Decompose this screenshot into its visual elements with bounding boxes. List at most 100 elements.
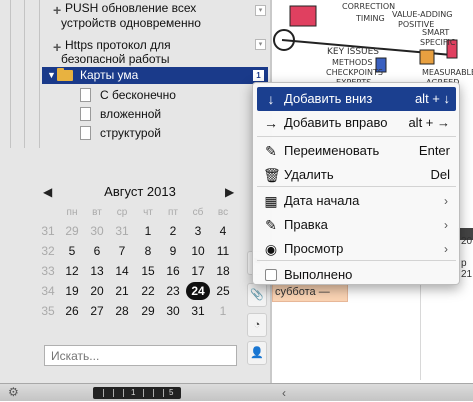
calendar-day[interactable]: 4 [211, 222, 235, 240]
search-input[interactable] [44, 345, 237, 366]
expand-icon[interactable]: + [53, 3, 61, 17]
calendar-day[interactable]: 17 [186, 262, 210, 280]
zoom-label: 5 [169, 388, 174, 397]
week-number: 31 [41, 224, 55, 238]
menu-item-label: Просмотр [284, 241, 344, 256]
menu-separator [257, 186, 456, 187]
calendar-day[interactable]: 21 [110, 282, 134, 300]
tree-item-label[interactable]: устройств одновременно [61, 15, 201, 31]
calendar-day[interactable]: 7 [110, 242, 134, 260]
calendar-day[interactable]: 30 [85, 222, 109, 240]
calendar-day[interactable]: 13 [85, 262, 109, 280]
menu-shortcut: alt + → [408, 115, 450, 130]
menu-item-4[interactable]: 🗑 Удалить Del [257, 163, 456, 187]
calendar-day[interactable]: 10 [186, 242, 210, 260]
zoom-tick [103, 389, 104, 397]
calendar-day[interactable]: 19 [60, 282, 84, 300]
task-tree: + PUSH обновление всех устройств одновре… [0, 0, 270, 148]
calendar-day[interactable]: 16 [161, 262, 185, 280]
calendar-header: ◀ Август 2013 ▶ [40, 184, 240, 200]
calendar-day[interactable]: 3 [186, 222, 210, 240]
tree-child-label[interactable]: структурой [100, 125, 161, 141]
menu-item-6[interactable]: ✎ Правка › [257, 213, 456, 237]
zoom-slider[interactable]: 1 5 [93, 387, 181, 399]
checkbox-icon[interactable] [265, 269, 277, 281]
calendar-day[interactable]: 15 [136, 262, 160, 280]
menu-item-5[interactable]: ▦ Дата начала › [257, 189, 456, 213]
zoom-tick [113, 389, 114, 397]
calendar-day[interactable]: 1 [211, 302, 235, 320]
tree-item-selected[interactable]: ▼ Карты ума 1 [42, 67, 268, 84]
expand-icon[interactable]: + [53, 40, 61, 54]
document-icon [80, 107, 91, 121]
gift-icon [289, 5, 317, 27]
calendar-day[interactable]: 30 [161, 302, 185, 320]
disclosure-triangle-icon[interactable]: ▼ [47, 70, 56, 80]
calendar-day-today[interactable]: 24 [186, 282, 210, 300]
document-icon [80, 88, 91, 102]
week-number: 34 [41, 284, 55, 298]
calendar-day[interactable]: 20 [85, 282, 109, 300]
menu-item-2[interactable]: → Добавить вправо alt + → [257, 111, 456, 135]
calendar-month-label: Август 2013 [104, 184, 176, 199]
art-label: VALUE-ADDING [392, 10, 453, 19]
menu-item-1[interactable]: ↓ Добавить вниз alt + ↓ [257, 87, 456, 111]
task-checkbox[interactable]: ▾ [255, 5, 266, 16]
contacts-button[interactable]: 👤 [247, 341, 267, 365]
calendar-day[interactable]: 18 [211, 262, 235, 280]
submenu-arrow-icon: › [444, 194, 448, 208]
menu-item-label: Правка [284, 217, 328, 232]
calendar-day[interactable]: 31 [110, 222, 134, 240]
menu-separator [257, 260, 456, 261]
calendar-day[interactable]: 29 [136, 302, 160, 320]
calendar-day[interactable]: 23 [161, 282, 185, 300]
task-checkbox[interactable]: ▾ [255, 39, 266, 50]
menu-item-8[interactable]: Выполнено [257, 263, 456, 287]
zoom-tick [123, 389, 124, 397]
calendar-day[interactable]: 26 [60, 302, 84, 320]
calendar-day[interactable]: 28 [110, 302, 134, 320]
status-bar: ⚙ 1 5 ‹ [0, 383, 473, 401]
calendar-day[interactable]: 1 [136, 222, 160, 240]
art-label: KEY ISSUES [327, 47, 380, 57]
calendar-day[interactable]: 11 [211, 242, 235, 260]
child-count-badge: 1 [253, 70, 264, 81]
collapse-arrow-icon[interactable]: ‹ [282, 384, 286, 402]
calendar-day[interactable]: 31 [186, 302, 210, 320]
left-pane: + PUSH обновление всех устройств одновре… [0, 0, 270, 383]
tree-item-label: Карты ума [80, 68, 139, 82]
calendar-day[interactable]: 27 [85, 302, 109, 320]
calendar-day[interactable]: 12 [60, 262, 84, 280]
menu-item-3[interactable]: ✎ Переименовать Enter [257, 139, 456, 163]
zoom-label: 1 [131, 388, 136, 397]
art-label: SPECIFIC [420, 38, 456, 47]
rss-button[interactable]: ◔ [247, 313, 267, 337]
calendar-day[interactable]: 9 [161, 242, 185, 260]
calendar-day[interactable]: 22 [136, 282, 160, 300]
menu-shortcut: Del [430, 167, 450, 182]
zoom-tick [143, 389, 144, 397]
calendar-day[interactable]: 29 [60, 222, 84, 240]
tree-guide [10, 0, 11, 148]
calendar-day[interactable]: 5 [60, 242, 84, 260]
tree-guide [24, 0, 25, 148]
calendar-day[interactable]: 14 [110, 262, 134, 280]
calendar-day[interactable]: 6 [85, 242, 109, 260]
tree-item-label[interactable]: PUSH обновление всех [65, 0, 196, 16]
menu-item-7[interactable]: ◉ Просмотр › [257, 237, 456, 261]
tree-child-label[interactable]: вложенной [100, 106, 161, 122]
gear-icon[interactable]: ⚙ [8, 385, 19, 399]
weekday-header: ср [116, 207, 128, 218]
calendar-day[interactable]: 25 [211, 282, 235, 300]
art-label: MEASURABLE [422, 68, 473, 77]
tree-child-label[interactable]: С бесконечно [100, 87, 176, 103]
menu-item-label: Выполнено [284, 267, 353, 282]
submenu-arrow-icon: › [444, 218, 448, 232]
tree-item-label[interactable]: безопасной работы [61, 51, 169, 67]
calendar-next-button[interactable]: ▶ [225, 184, 234, 200]
menu-separator [257, 136, 456, 137]
menu-item-label: Добавить вправо [284, 115, 388, 130]
calendar-day[interactable]: 2 [161, 222, 185, 240]
calendar-day[interactable]: 8 [136, 242, 160, 260]
document-icon [80, 126, 91, 140]
